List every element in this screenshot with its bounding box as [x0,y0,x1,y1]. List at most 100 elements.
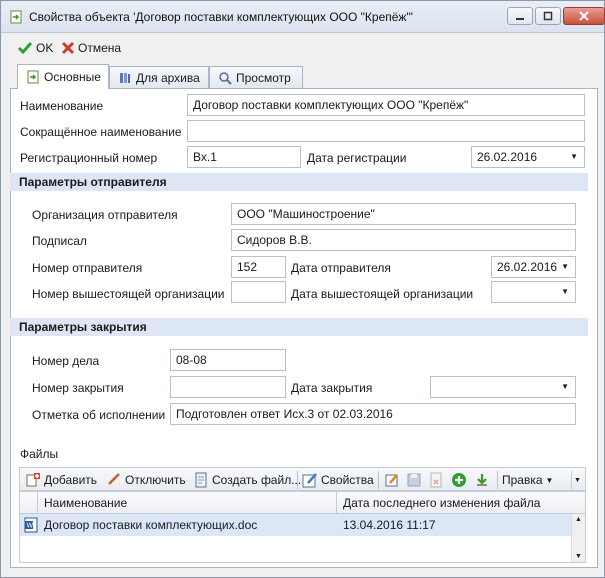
close-number-field[interactable] [170,376,286,398]
close-window-button[interactable] [563,7,605,25]
reg-number-label: Регистрационный номер [20,151,158,165]
ok-button[interactable]: OK [15,38,55,58]
column-header-name[interactable]: Наименование [44,496,127,510]
properties-pencil-icon [302,472,318,488]
grid-header: Наименование Дата последнего изменения ф… [20,492,585,514]
delete-doc-icon [428,472,444,488]
case-number-field[interactable]: 08-08 [170,349,286,371]
short-name-field[interactable] [187,120,585,142]
reg-date-picker[interactable]: 26.02.2016 ▼ [471,146,585,168]
sender-date-picker[interactable]: 26.02.2016 ▼ [491,256,576,278]
parent-number-label: Номер вышестоящей организации [32,287,225,301]
main-toolbar: OK Отмена [1,34,604,61]
detach-file-button[interactable]: Отключить [106,471,186,489]
column-divider[interactable] [336,492,337,513]
cross-icon [61,41,75,55]
edit-file-button[interactable] [384,471,400,489]
file-properties-button[interactable]: Свойства [302,471,374,489]
save-file-button[interactable] [406,471,422,489]
table-row[interactable]: W Договор поставки комплектующих.doc 13.… [20,514,572,536]
reg-number-field[interactable]: Вх.1 [187,146,301,168]
files-label: Файлы [20,447,59,461]
dropdown-arrow-icon: ▼ [545,475,554,485]
create-file-label: Создать файл... [212,473,302,487]
column-header-modified[interactable]: Дата последнего изменения файла [343,496,540,510]
sender-number-label: Номер отправителя [32,261,143,275]
dropdown-arrow-icon[interactable]: ▼ [561,287,569,296]
word-doc-icon: W [24,517,38,533]
download-icon [474,472,490,488]
case-number-label: Номер дела [32,354,100,368]
tab-main[interactable]: Основные [17,64,109,89]
name-field[interactable]: Договор поставки комплектующих ООО "Креп… [187,94,585,116]
files-toolbar: Добавить Отключить Создать файл... Свойс… [19,467,586,491]
magnifier-icon [218,71,232,85]
short-name-label: Сокращённое наименование [20,125,182,139]
parent-date-picker[interactable]: ▼ [491,281,576,303]
cancel-button[interactable]: Отмена [59,38,123,58]
plus-circle-icon [451,472,467,488]
properties-window: Свойства объекта 'Договор поставки компл… [0,0,605,578]
scroll-down-icon[interactable]: ▼ [575,553,582,560]
title-bar[interactable]: Свойства объекта 'Договор поставки компл… [1,1,605,33]
save-disk-icon [406,472,422,488]
add-file-label: Добавить [44,473,98,487]
tab-preview[interactable]: Просмотр [209,66,303,88]
window-title: Свойства объекта 'Договор поставки компл… [29,10,413,24]
sender-date-label: Дата отправителя [291,261,391,275]
add-version-button[interactable] [451,471,467,489]
signed-label: Подписал [32,234,87,248]
file-name-cell: Договор поставки комплектующих.doc [44,518,258,532]
closing-section-header: Параметры закрытия [10,318,588,336]
edit-menu-label: Правка [502,473,543,487]
toolbar-overflow-button[interactable]: ▼ [571,471,583,489]
archive-books-icon [118,71,132,85]
toolbar-separator [378,471,379,489]
doc-arrow-icon [26,70,40,84]
reg-date-label: Дата регистрации [307,151,407,165]
signed-field[interactable]: Сидоров В.В. [231,229,576,251]
sender-date-value: 26.02.2016 [497,260,558,274]
vertical-scrollbar[interactable]: ▲ ▼ [571,514,585,562]
ok-label: OK [36,41,54,55]
checkmark-icon [17,40,33,56]
toolbar-separator [297,471,298,489]
parent-date-label: Дата вышестоящей организации [291,287,474,301]
dropdown-arrow-icon[interactable]: ▼ [561,262,569,271]
tab-archive[interactable]: Для архива [109,66,209,88]
parent-number-field[interactable] [231,281,286,303]
sender-number-field[interactable]: 152 [231,256,286,278]
sender-org-field[interactable]: ООО "Машиностроение" [231,203,576,225]
maximize-icon [543,11,553,21]
doc-arrow-icon [9,10,23,24]
delete-file-button[interactable] [428,471,444,489]
download-button[interactable] [474,471,490,489]
grid-header-indicator [20,492,38,513]
dropdown-arrow-icon[interactable]: ▼ [561,382,569,391]
tab-label: Для архива [136,70,200,85]
file-modified-cell: 13.04.2016 11:17 [343,518,436,532]
execution-label: Отметка об исполнении [32,408,166,422]
close-number-label: Номер закрытия [32,381,124,395]
toolbar-separator [497,471,498,489]
add-file-button[interactable]: Добавить [25,471,97,489]
file-properties-label: Свойства [321,473,374,487]
detach-file-label: Отключить [125,473,186,487]
close-date-picker[interactable]: ▼ [430,376,576,398]
reg-date-value: 26.02.2016 [477,150,538,164]
edit-menu-button[interactable]: Правка ▼ [502,471,553,489]
maximize-button[interactable] [535,7,561,25]
sender-section-header: Параметры отправителя [10,173,588,191]
tab-label: Основные [44,70,101,84]
unlink-icon [106,472,122,488]
sender-org-label: Организация отправителя [32,208,178,222]
edit-icon [384,472,400,488]
minimize-button[interactable] [507,7,533,25]
cancel-label: Отмена [78,41,122,55]
execution-field[interactable]: Подготовлен ответ Исх.3 от 02.03.2016 [170,403,576,425]
scroll-up-icon[interactable]: ▲ [575,516,582,523]
tab-label: Просмотр [236,70,291,85]
create-file-button[interactable]: Создать файл... [193,471,301,489]
new-file-icon [193,472,209,488]
dropdown-arrow-icon[interactable]: ▼ [570,152,578,161]
